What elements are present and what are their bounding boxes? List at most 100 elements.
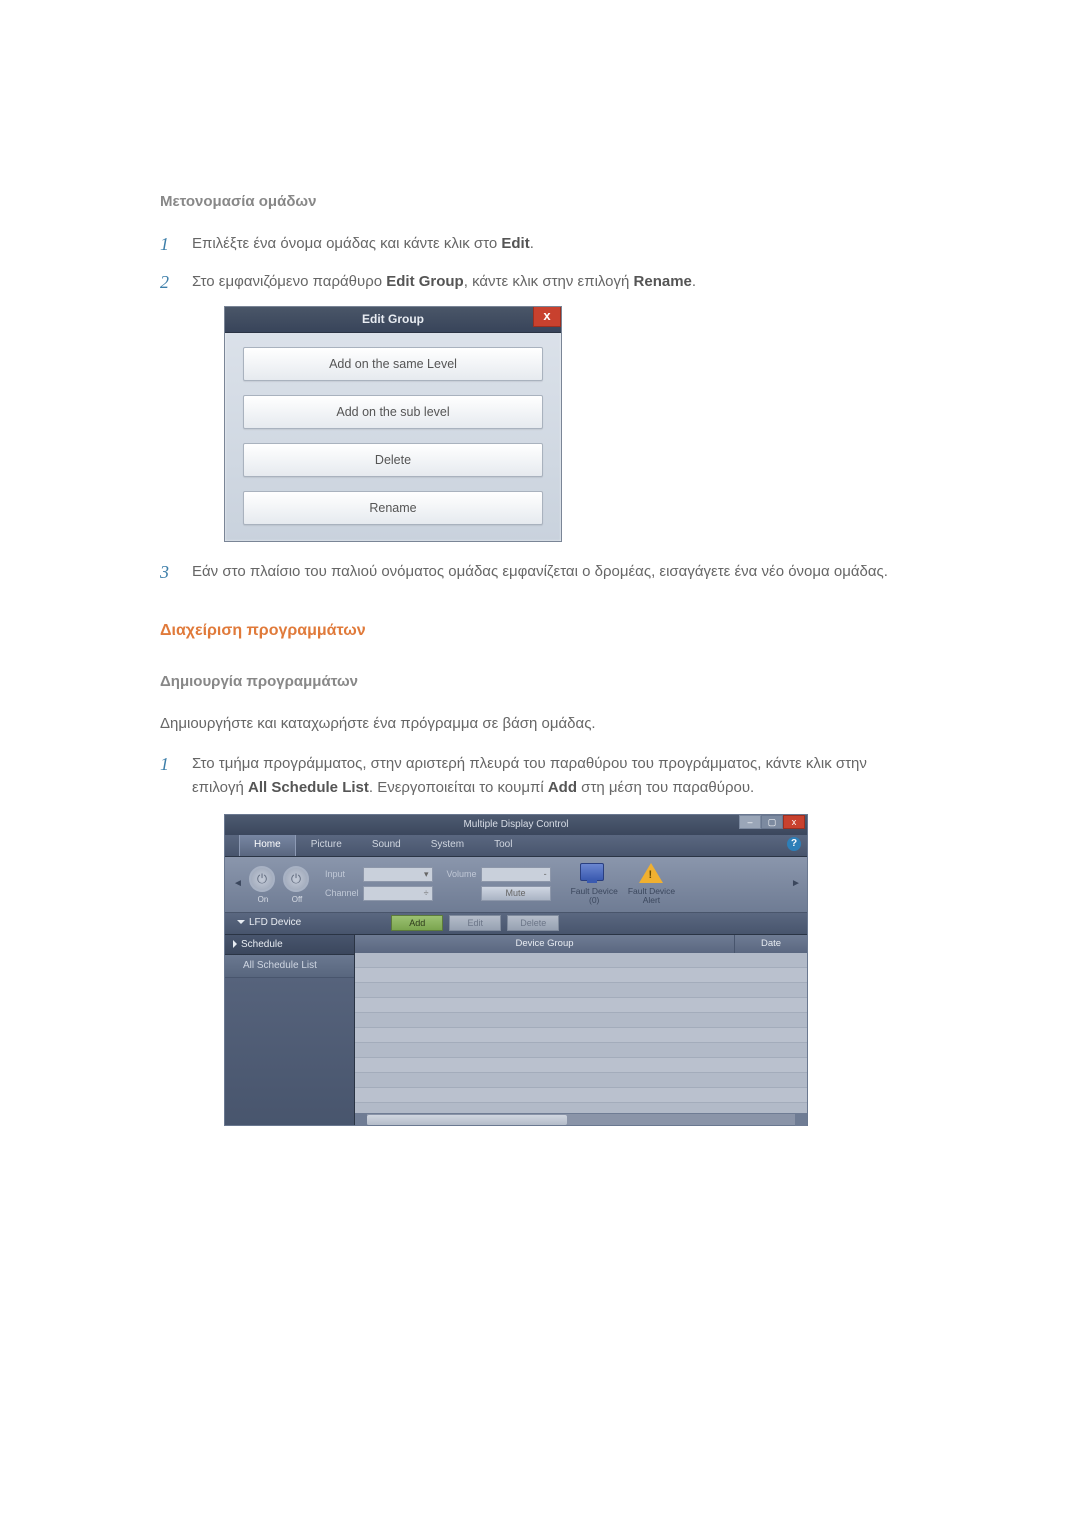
fault-device-label: Fault Device (0): [571, 887, 618, 906]
delete-button[interactable]: Delete: [507, 915, 559, 931]
scrollbar-thumb[interactable]: [367, 1115, 567, 1125]
mdc-menubar: Home Picture Sound System Tool: [225, 835, 807, 857]
rename-step-1: Επιλέξτε ένα όνομα ομάδας και κάντε κλικ…: [160, 232, 920, 256]
warning-icon: [639, 863, 663, 883]
fault-alert-label: Fault Device Alert: [628, 887, 675, 906]
table-row: [355, 1013, 807, 1028]
tab-home[interactable]: Home: [239, 833, 296, 856]
rename2-b1: Edit Group: [386, 273, 464, 290]
schedules-subheading: Δημιουργία προγραμμάτων: [160, 670, 920, 694]
mdc-body: Schedule All Schedule List Device Group …: [225, 935, 807, 1125]
mdc-subtoolbar: LFD Device Add Edit Delete: [225, 913, 807, 935]
rename1-pre: Επιλέξτε ένα όνομα ομάδας και κάντε κλικ…: [192, 235, 501, 252]
help-icon[interactable]: ?: [787, 837, 801, 851]
rename-step-3: Εάν στο πλαίσιο του παλιού ονόματος ομάδ…: [160, 560, 920, 584]
input-label: Input: [325, 867, 359, 881]
table-row: [355, 1028, 807, 1043]
tab-tool[interactable]: Tool: [479, 833, 527, 856]
schedules-step-1: Στο τμήμα προγράμματος, στην αριστερή πλ…: [160, 752, 920, 1126]
maximize-icon[interactable]: ▢: [761, 815, 783, 829]
fault-group: Fault Device (0) Fault Device Alert: [571, 863, 676, 906]
schedule-tree-node[interactable]: Schedule: [225, 935, 354, 955]
power-group: ⏻ On ⏻ Off: [249, 862, 311, 907]
schedules-heading: Διαχείριση προγραμμάτων: [160, 618, 920, 644]
table-header: Device Group Date: [355, 935, 807, 953]
sched1-b2: Add: [548, 779, 577, 796]
close-icon[interactable]: x: [533, 307, 561, 327]
sched1-mid: . Ενεργοποιείται το κουμπί: [369, 779, 548, 796]
table-row: [355, 1043, 807, 1058]
col-device-group: Device Group: [355, 935, 735, 953]
lfd-tree-node[interactable]: LFD Device: [237, 915, 301, 931]
mdc-titlebar: Multiple Display Control – ▢ x: [225, 815, 807, 835]
rename2-pre: Στο εμφανιζόμενο παράθυρο: [192, 273, 386, 290]
close-icon[interactable]: x: [783, 815, 805, 829]
mdc-window: Multiple Display Control – ▢ x ? Home Pi…: [224, 814, 808, 1126]
mute-button[interactable]: Mute: [481, 886, 551, 901]
sched1-post: στη μέση του παραθύρου.: [577, 779, 754, 796]
volume-select[interactable]: -: [481, 867, 551, 882]
mdc-sidebar: Schedule All Schedule List: [225, 935, 355, 1125]
table-row: [355, 998, 807, 1013]
monitor-icon: [580, 863, 604, 881]
power-on-button[interactable]: ⏻ On: [249, 866, 277, 907]
fault-device-button[interactable]: Fault Device (0): [571, 863, 618, 906]
minimize-icon[interactable]: –: [739, 815, 761, 829]
rename1-bold: Edit: [501, 235, 529, 252]
table-row: [355, 1073, 807, 1088]
sched1-b1: All Schedule List: [248, 779, 369, 796]
schedules-intro: Δημιουργήστε και καταχωρήστε ένα πρόγραμ…: [160, 712, 920, 736]
edit-group-titlebar: Edit Group x: [225, 307, 561, 333]
rename2-post: .: [692, 273, 696, 290]
rename-button[interactable]: Rename: [243, 491, 543, 525]
fault-alert-button[interactable]: Fault Device Alert: [628, 863, 675, 906]
tab-sound[interactable]: Sound: [357, 833, 416, 856]
delete-button[interactable]: Delete: [243, 443, 543, 477]
table-row: [355, 1088, 807, 1103]
horizontal-scrollbar[interactable]: [355, 1113, 807, 1125]
mdc-title: Multiple Display Control: [463, 817, 568, 833]
tab-picture[interactable]: Picture: [296, 833, 357, 856]
tab-system[interactable]: System: [416, 833, 479, 856]
table-row: [355, 953, 807, 968]
col-date: Date: [735, 935, 807, 953]
rename3-text: Εάν στο πλαίσιο του παλιού ονόματος ομάδ…: [192, 563, 888, 580]
volume-mute-group: Volume - Mute: [447, 867, 551, 901]
power-off-icon: ⏻: [283, 866, 309, 892]
add-sub-level-button[interactable]: Add on the sub level: [243, 395, 543, 429]
mdc-main: Device Group Date: [355, 935, 807, 1125]
input-select[interactable]: ▾: [363, 867, 433, 882]
rename1-post: .: [530, 235, 534, 252]
rename2-mid: , κάντε κλικ στην επιλογή: [464, 273, 634, 290]
toolbar-left-arrow-icon[interactable]: ◄: [233, 876, 241, 892]
table-row: [355, 983, 807, 998]
edit-group-body: Add on the same Level Add on the sub lev…: [225, 333, 561, 529]
volume-label: Volume: [447, 867, 477, 881]
rename-steps: Επιλέξτε ένα όνομα ομάδας και κάντε κλικ…: [160, 232, 920, 584]
table-row: [355, 968, 807, 983]
add-same-level-button[interactable]: Add on the same Level: [243, 347, 543, 381]
power-on-icon: ⏻: [249, 866, 275, 892]
mdc-window-controls: – ▢ x: [739, 815, 805, 829]
power-off-button[interactable]: ⏻ Off: [283, 866, 311, 907]
input-channel-group: Input ▾ Channel ÷: [325, 867, 433, 901]
toolbar-right-arrow-icon[interactable]: ►: [791, 876, 799, 892]
schedules-steps: Στο τμήμα προγράμματος, στην αριστερή πλ…: [160, 752, 920, 1126]
edit-group-window: Edit Group x Add on the same Level Add o…: [224, 306, 562, 542]
rename-title: Μετονομασία ομάδων: [160, 190, 920, 214]
sidebar-item-all-schedule[interactable]: All Schedule List: [225, 955, 354, 978]
channel-label: Channel: [325, 886, 359, 900]
power-on-label: On: [249, 894, 277, 907]
edit-button[interactable]: Edit: [449, 915, 501, 931]
mdc-toolbar: ◄ ⏻ On ⏻ Off Input ▾ Channel ÷: [225, 857, 807, 913]
power-off-label: Off: [283, 894, 311, 907]
edit-group-title: Edit Group: [362, 310, 424, 329]
add-button[interactable]: Add: [391, 915, 443, 931]
rename-step-2: Στο εμφανιζόμενο παράθυρο Edit Group, κά…: [160, 270, 920, 542]
rename2-b2: Rename: [634, 273, 692, 290]
table-rows: [355, 953, 807, 1113]
chevron-down-icon: [237, 920, 245, 924]
channel-stepper[interactable]: ÷: [363, 886, 433, 901]
chevron-right-icon: [233, 940, 237, 948]
table-row: [355, 1058, 807, 1073]
